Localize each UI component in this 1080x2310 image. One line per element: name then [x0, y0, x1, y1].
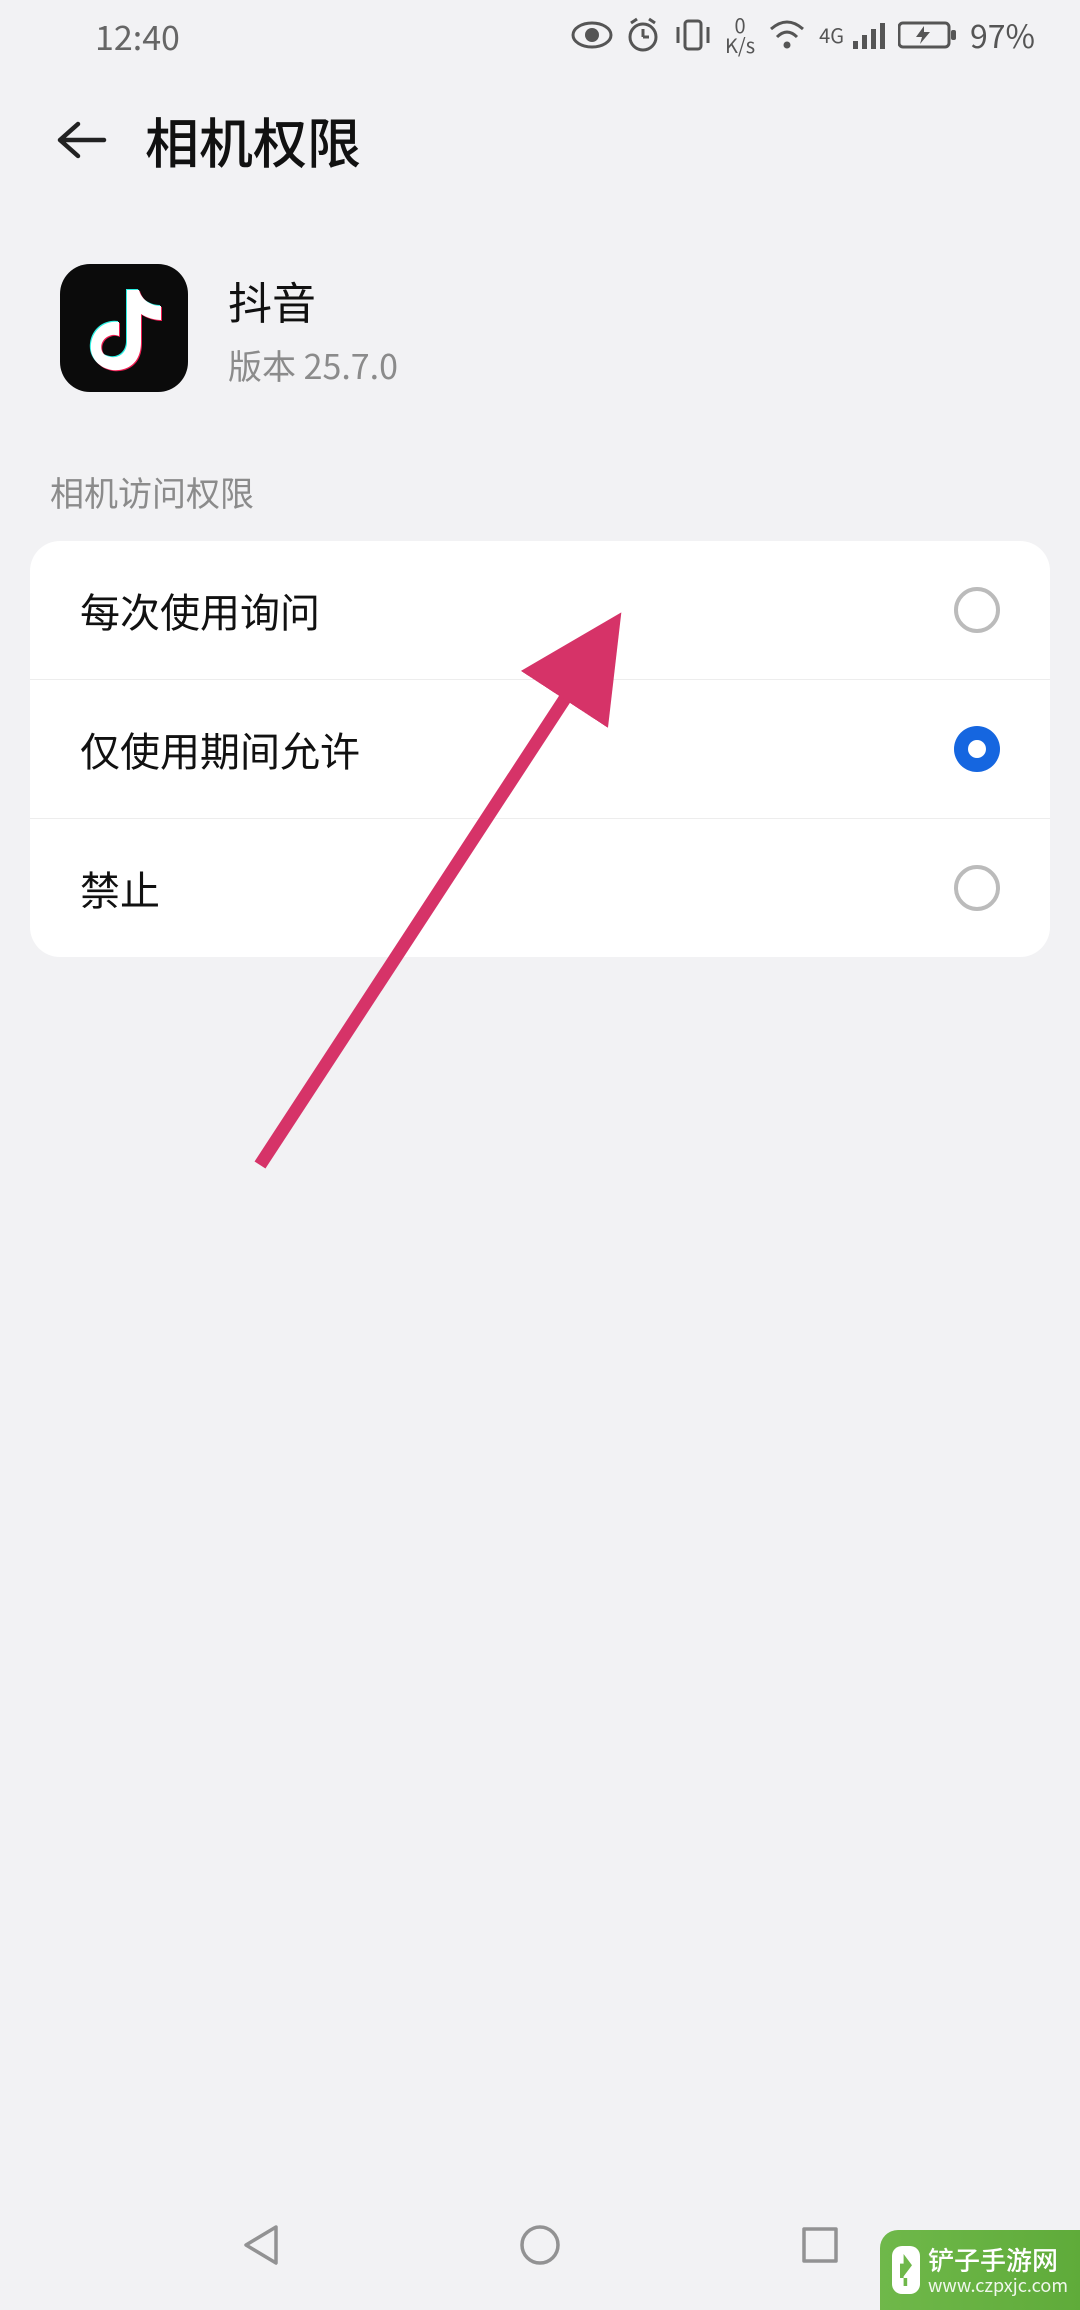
section-header: 相机访问权限	[0, 467, 1080, 541]
option-label: 每次使用询问	[80, 581, 320, 639]
permission-card: 每次使用询问 仅使用期间允许 禁止	[30, 541, 1050, 957]
triangle-back-icon	[240, 2223, 280, 2267]
watermark-name: 铲子手游网	[928, 2245, 1068, 2275]
watermark-url: www.czpxjc.com	[928, 2275, 1068, 2296]
app-name: 抖音	[228, 268, 398, 332]
watermark-icon	[892, 2246, 920, 2294]
nav-back-button[interactable]	[235, 2220, 285, 2270]
watermark: 铲子手游网 www.czpxjc.com	[880, 2230, 1080, 2310]
signal-label: 4G	[819, 25, 844, 45]
douyin-icon	[84, 283, 164, 373]
alarm-icon	[625, 17, 661, 53]
app-text: 抖音 版本 25.7.0	[228, 268, 398, 389]
radio-selected	[954, 726, 1000, 772]
battery-icon	[898, 20, 958, 50]
status-time: 12:40	[95, 11, 180, 60]
option-ask-every-time[interactable]: 每次使用询问	[30, 541, 1050, 680]
option-label: 仅使用期间允许	[80, 720, 360, 778]
vibrate-icon	[673, 17, 713, 53]
app-info: 抖音 版本 25.7.0	[0, 209, 1080, 467]
network-speed: 0 K/s	[725, 15, 755, 55]
watermark-text: 铲子手游网 www.czpxjc.com	[928, 2245, 1068, 2296]
option-label: 禁止	[80, 859, 160, 917]
wifi-icon	[767, 19, 807, 51]
app-version: 版本 25.7.0	[228, 340, 398, 389]
app-icon	[60, 264, 188, 392]
page-header: 相机权限	[0, 70, 1080, 209]
nav-recent-button[interactable]	[795, 2220, 845, 2270]
eye-icon	[571, 21, 613, 49]
radio-unselected	[954, 587, 1000, 633]
arrow-left-icon	[52, 116, 108, 164]
option-deny[interactable]: 禁止	[30, 819, 1050, 957]
radio-unselected	[954, 865, 1000, 911]
battery-percent: 97%	[970, 12, 1035, 58]
circle-home-icon	[518, 2223, 562, 2267]
square-recent-icon	[800, 2225, 840, 2265]
option-allow-while-using[interactable]: 仅使用期间允许	[30, 680, 1050, 819]
signal-icon	[852, 21, 886, 49]
status-icons: 0 K/s 4G 97%	[571, 12, 1035, 58]
back-button[interactable]	[50, 110, 110, 170]
status-bar: 12:40 0 K/s 4G 97%	[0, 0, 1080, 70]
nav-home-button[interactable]	[515, 2220, 565, 2270]
page-title: 相机权限	[145, 100, 361, 179]
